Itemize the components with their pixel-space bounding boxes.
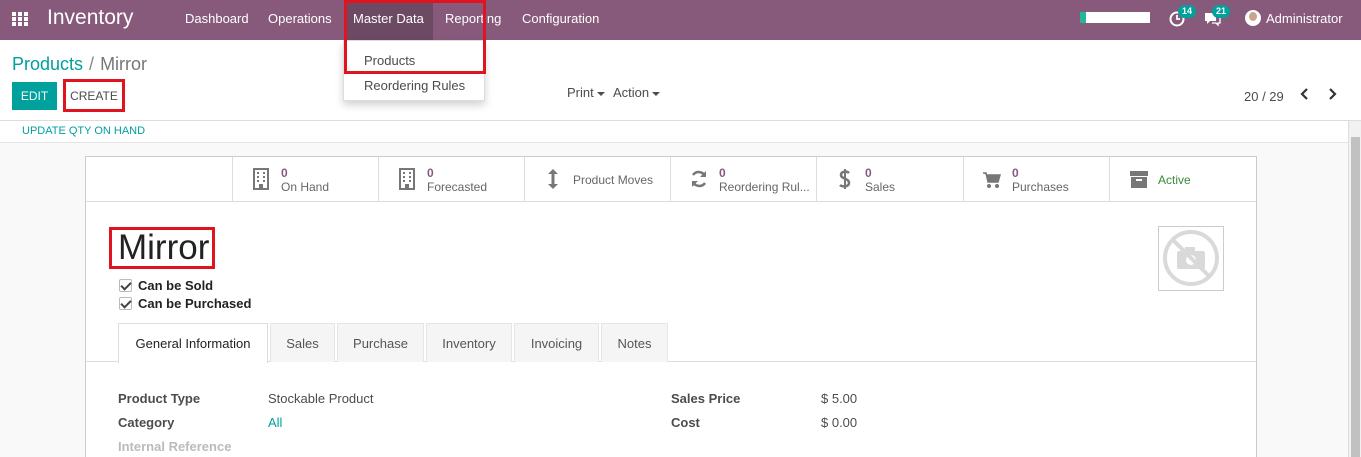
product-type-label: Product Type: [118, 391, 201, 406]
stat-label: Sales: [865, 180, 896, 194]
tab-sales[interactable]: Sales: [270, 323, 335, 362]
stat-button-product-moves[interactable]: Product Moves: [524, 157, 670, 201]
activity-button[interactable]: 14: [1169, 5, 1197, 29]
onboarding-progress-bar[interactable]: [1080, 12, 1150, 23]
stat-button-purchases[interactable]: 0 Purchases: [963, 157, 1109, 201]
menu-operations[interactable]: Operations: [268, 0, 332, 40]
activity-count-badge: 14: [1178, 5, 1197, 18]
print-label: Print: [567, 85, 594, 100]
no-camera-icon: [1163, 230, 1219, 286]
notebook-tabs: General Information Sales Purchase Inven…: [86, 323, 1256, 363]
stat-value: 0: [865, 166, 872, 180]
stat-label: Forecasted: [427, 180, 488, 194]
can-be-purchased-checkbox[interactable]: [119, 297, 132, 310]
user-avatar[interactable]: [1245, 10, 1261, 26]
product-image[interactable]: [1158, 226, 1224, 291]
breadcrumb-products[interactable]: Products: [12, 54, 83, 74]
can-be-purchased-row: Can be Purchased: [119, 296, 251, 311]
archive-icon: [1130, 171, 1148, 188]
app-brand[interactable]: Inventory: [47, 6, 133, 30]
stat-label: On Hand: [281, 180, 330, 194]
progress-fill: [1080, 12, 1086, 23]
sales-price-label: Sales Price: [671, 391, 741, 406]
up-down-arrow-icon: [548, 169, 558, 189]
stat-button-active[interactable]: Active: [1109, 157, 1256, 201]
stat-button-on-hand[interactable]: 0 On Hand: [232, 157, 378, 201]
breadcrumb: Products / Mirror: [12, 54, 147, 75]
control-panel: Products / Mirror EDIT CREATE Print Action…: [0, 40, 1361, 121]
stat-button-reordering-rules[interactable]: 0 Reordering Rul...: [670, 157, 816, 201]
form-sheet: 0 On Hand 0 Forecasted Product Moves 0 R…: [85, 156, 1257, 457]
category-link[interactable]: All: [268, 415, 282, 430]
stat-value: 0: [281, 166, 288, 180]
top-navbar: Inventory Dashboard Operations Master Da…: [0, 0, 1361, 40]
message-count-badge: 21: [1212, 5, 1231, 18]
tab-purchase[interactable]: Purchase: [337, 323, 424, 362]
cost-label: Cost: [671, 415, 700, 430]
pager-value[interactable]: 20 / 29: [1244, 89, 1284, 104]
messages-button[interactable]: 21: [1203, 5, 1231, 29]
scrollbar-thumb[interactable]: [1351, 137, 1360, 457]
product-type-value: Stockable Product: [268, 391, 374, 406]
stat-button-forecasted[interactable]: 0 Forecasted: [378, 157, 524, 201]
stat-label: Active: [1158, 173, 1191, 187]
cost-value: $ 0.00: [821, 415, 858, 430]
menu-dashboard[interactable]: Dashboard: [185, 0, 249, 40]
menu-master-data[interactable]: Master Data: [344, 0, 433, 40]
internal-reference-label: Internal Reference: [118, 439, 232, 454]
caret-down-icon: [652, 91, 661, 96]
status-bar: UPDATE QTY ON HAND: [0, 121, 1348, 143]
tab-inventory[interactable]: Inventory: [426, 323, 512, 362]
cart-icon: [983, 172, 1001, 188]
stat-value: 0: [719, 166, 726, 180]
stat-value: 0: [427, 166, 434, 180]
apps-grid-icon[interactable]: [12, 12, 30, 26]
can-be-purchased-label: Can be Purchased: [138, 296, 252, 311]
dropdown-item-products[interactable]: Products: [364, 53, 415, 68]
edit-button[interactable]: EDIT: [12, 82, 57, 110]
stat-label: Purchases: [1012, 180, 1069, 194]
refresh-icon: [691, 170, 707, 188]
user-menu[interactable]: Administrator: [1266, 11, 1343, 26]
product-name[interactable]: Mirror: [118, 228, 209, 268]
chevron-right-icon[interactable]: [1325, 87, 1339, 101]
sales-price-value: $ 5.00: [821, 391, 858, 406]
can-be-sold-label: Can be Sold: [138, 278, 214, 293]
tab-general-information[interactable]: General Information: [118, 323, 268, 363]
category-label: Category: [118, 415, 175, 430]
breadcrumb-current: Mirror: [100, 54, 148, 74]
menu-reporting[interactable]: Reporting: [445, 0, 501, 40]
menu-configuration[interactable]: Configuration: [522, 0, 599, 40]
action-dropdown[interactable]: Action: [613, 85, 661, 100]
dropdown-item-reordering-rules[interactable]: Reordering Rules: [364, 78, 465, 93]
action-label: Action: [613, 85, 650, 100]
create-button[interactable]: CREATE: [66, 82, 122, 110]
master-data-dropdown: Products Reordering Rules: [343, 40, 485, 101]
tab-notes[interactable]: Notes: [601, 323, 668, 362]
stat-value: 0: [1012, 166, 1019, 180]
update-qty-button[interactable]: UPDATE QTY ON HAND: [22, 125, 145, 137]
smart-button-box: 0 On Hand 0 Forecasted Product Moves 0 R…: [86, 157, 1256, 202]
building-icon: [253, 168, 269, 190]
caret-down-icon: [596, 91, 605, 96]
dollar-icon: [839, 169, 851, 189]
stat-button-sales[interactable]: 0 Sales: [816, 157, 962, 201]
can-be-sold-row: Can be Sold: [119, 278, 213, 293]
tab-invoicing[interactable]: Invoicing: [514, 323, 599, 362]
scrollbar[interactable]: [1348, 121, 1361, 457]
chevron-left-icon[interactable]: [1298, 87, 1312, 101]
can-be-sold-checkbox[interactable]: [119, 279, 132, 292]
building-icon: [399, 168, 415, 190]
stat-label: Reordering Rul...: [719, 180, 810, 194]
stat-label: Product Moves: [573, 173, 654, 187]
breadcrumb-separator: /: [89, 54, 95, 74]
print-dropdown[interactable]: Print: [567, 85, 605, 100]
